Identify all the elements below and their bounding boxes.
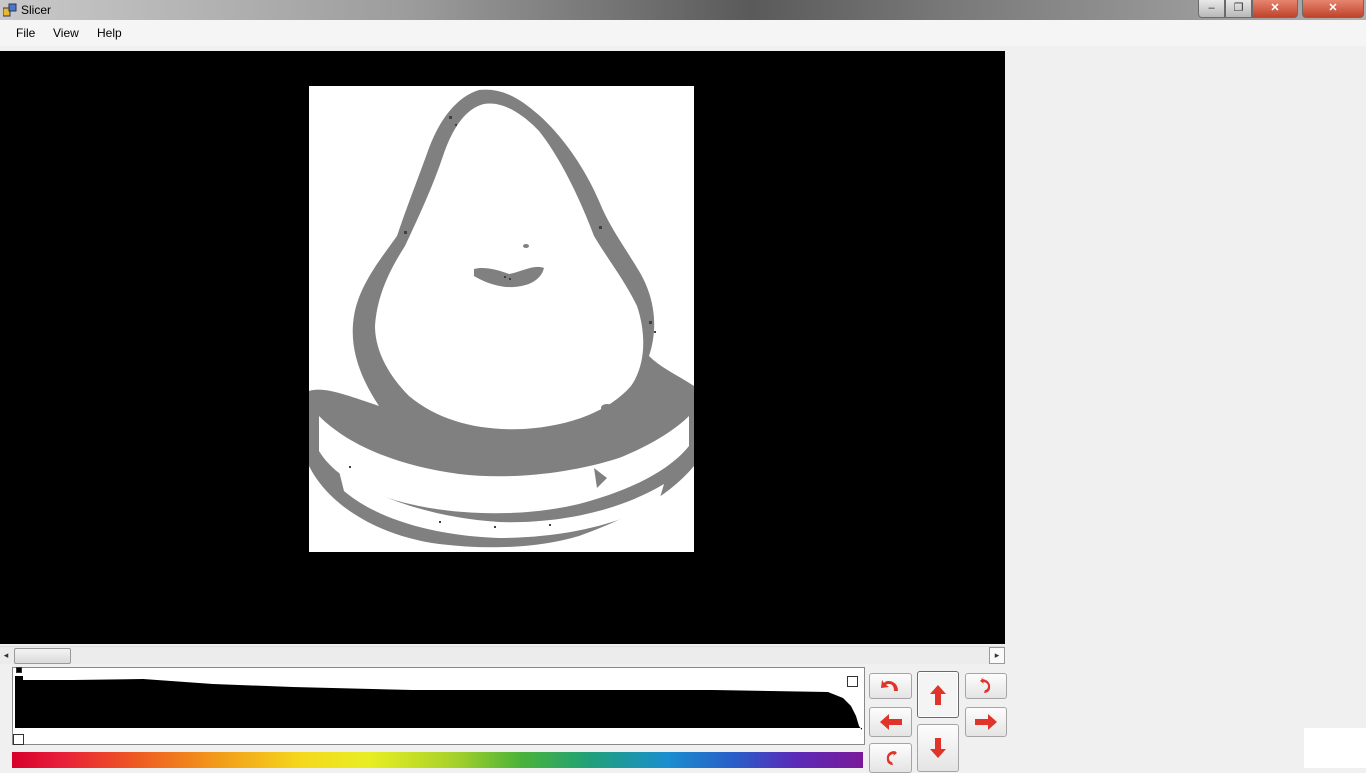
flip-button[interactable] xyxy=(869,743,912,773)
scroll-right-arrow[interactable]: ▸ xyxy=(989,647,1005,664)
histogram-panel[interactable] xyxy=(12,667,865,745)
menu-view[interactable]: View xyxy=(53,26,79,40)
scroll-thumb[interactable] xyxy=(14,648,71,664)
arrow-down-icon xyxy=(930,738,946,758)
horizontal-scrollbar[interactable]: ◂ ▸ xyxy=(0,646,1005,664)
arrow-up-icon xyxy=(930,684,946,705)
window-title: Slicer xyxy=(21,3,52,17)
rotate-left-button[interactable] xyxy=(869,673,912,699)
move-down-button[interactable] xyxy=(917,724,959,772)
close-button[interactable]: ✕ xyxy=(1252,0,1298,18)
rotate-ccw-icon xyxy=(880,680,898,691)
minimize-button[interactable]: ‒ xyxy=(1198,0,1225,18)
histogram-top-handle[interactable] xyxy=(16,667,22,673)
flip-icon xyxy=(886,749,897,765)
histogram-right-handle[interactable] xyxy=(847,676,858,687)
arrow-left-icon xyxy=(879,714,902,730)
maximize-button[interactable]: ❐ xyxy=(1225,0,1252,18)
menu-bar: File View Help xyxy=(0,20,1366,46)
arrow-right-icon xyxy=(975,714,997,730)
menu-help[interactable]: Help xyxy=(97,26,122,40)
move-right-button[interactable] xyxy=(965,707,1007,737)
histogram-left-handle[interactable] xyxy=(13,734,24,745)
outer-close-button[interactable]: ✕ xyxy=(1302,0,1364,18)
ct-slice-drawing xyxy=(309,89,694,548)
move-left-button[interactable] xyxy=(869,707,912,737)
colormap-bar[interactable] xyxy=(12,752,863,768)
image-viewer[interactable] xyxy=(0,51,1005,644)
scroll-left-arrow[interactable]: ◂ xyxy=(0,647,12,664)
status-panel xyxy=(1304,728,1366,768)
ct-slice-image xyxy=(309,86,694,552)
histogram-area xyxy=(15,676,864,730)
rotate-cw-icon xyxy=(980,677,991,693)
app-icon xyxy=(3,3,17,17)
menu-file[interactable]: File xyxy=(16,26,35,40)
title-bar: Slicer ‒ ❐ ✕ ✕ xyxy=(0,0,1366,20)
move-up-button[interactable] xyxy=(917,671,959,718)
rotate-right-button[interactable] xyxy=(965,673,1007,699)
